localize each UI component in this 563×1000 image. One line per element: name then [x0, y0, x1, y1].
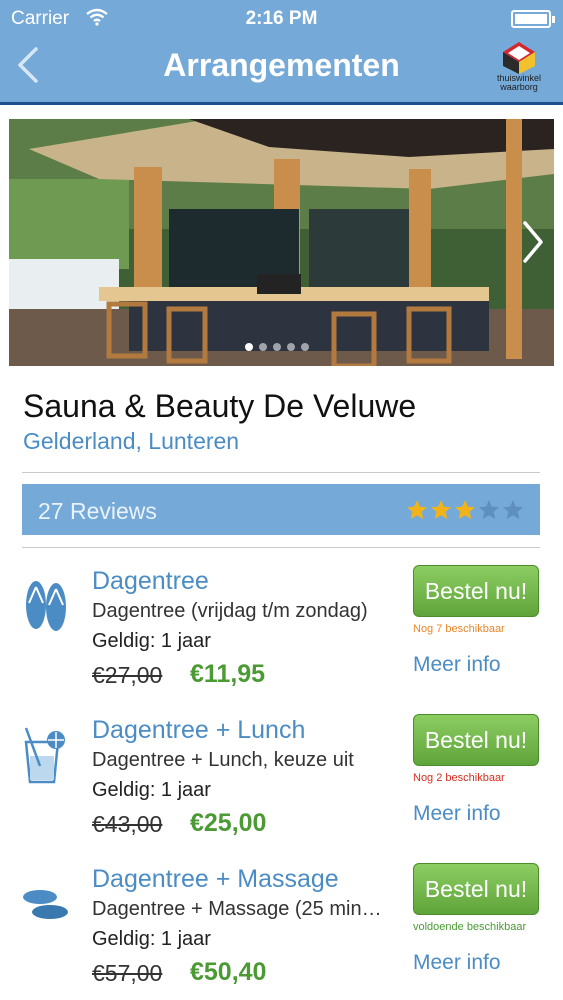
- more-info-link[interactable]: Meer info: [413, 951, 501, 975]
- next-slide-chevron-icon[interactable]: [520, 219, 546, 265]
- flip-flops-icon: [26, 581, 66, 631]
- star-filled-icon: [455, 500, 475, 519]
- divider: [22, 547, 540, 548]
- new-price: €25,00: [190, 809, 267, 837]
- more-info-link[interactable]: Meer info: [413, 653, 501, 677]
- status-bar: Carrier 2:16 PM: [0, 6, 563, 32]
- star-filled-icon: [407, 500, 427, 519]
- new-price: €50,40: [190, 958, 267, 986]
- carousel-dot[interactable]: [273, 343, 281, 351]
- carousel-dot[interactable]: [301, 343, 309, 351]
- offer-validity: Geldig: 1 jaar: [92, 630, 211, 652]
- star-filled-icon: [431, 500, 451, 519]
- offer-title[interactable]: Dagentree: [92, 567, 209, 596]
- offer-item: Dagentree + Massage Dagentree + Massage …: [0, 863, 563, 1000]
- star-empty-icon: [503, 500, 523, 519]
- header-divider: [0, 102, 563, 105]
- availability-label: Nog 7 beschikbaar: [413, 623, 505, 635]
- offer-item: Dagentree + Lunch Dagentree + Lunch, keu…: [0, 714, 563, 861]
- old-price: €27,00: [92, 662, 163, 688]
- battery-icon: [511, 10, 555, 28]
- offer-title[interactable]: Dagentree + Massage: [92, 865, 339, 894]
- carousel-dot[interactable]: [259, 343, 267, 351]
- bar-photo: [9, 119, 554, 366]
- star-empty-icon: [479, 500, 499, 519]
- order-button[interactable]: Bestel nu!: [413, 565, 539, 617]
- carousel-dots: [245, 343, 309, 351]
- reviews-bar[interactable]: 27 Reviews: [22, 484, 540, 535]
- offer-title[interactable]: Dagentree + Lunch: [92, 716, 305, 745]
- massage-stones-icon: [23, 890, 68, 919]
- thuiswinkel-waarborg-logo[interactable]: thuiswinkel waarborg: [489, 40, 549, 98]
- offer-description: Dagentree (vrijdag t/m zondag): [92, 600, 368, 622]
- offer-description: Dagentree + Massage (25 minuten): [92, 898, 387, 920]
- order-button[interactable]: Bestel nu!: [413, 863, 539, 915]
- offer-item: Dagentree Dagentree (vrijdag t/m zondag)…: [0, 565, 563, 712]
- offer-description: Dagentree + Lunch, keuze uit: [92, 749, 354, 771]
- more-info-link[interactable]: Meer info: [413, 802, 501, 826]
- old-price: €43,00: [92, 811, 163, 837]
- page-title: Arrangementen: [163, 47, 400, 83]
- venue-location-link[interactable]: Gelderland, Lunteren: [23, 428, 239, 455]
- availability-label: voldoende beschikbaar: [413, 921, 527, 933]
- hero-photo-carousel[interactable]: [9, 119, 554, 366]
- reviews-count: 27 Reviews: [38, 498, 157, 524]
- navigation-bar: Carrier 2:16 PM Arrangementen thuiswinke…: [0, 0, 563, 104]
- logo-text: thuiswinkel waarborg: [496, 73, 542, 92]
- clock: 2:16 PM: [245, 8, 318, 29]
- drink-icon: [24, 727, 65, 784]
- star-rating: [406, 499, 524, 521]
- house-logo-icon: [503, 42, 535, 74]
- old-price: €57,00: [92, 960, 163, 986]
- carousel-dot[interactable]: [245, 343, 253, 351]
- venue-name: Sauna & Beauty De Veluwe: [23, 388, 417, 424]
- order-button[interactable]: Bestel nu!: [413, 714, 539, 766]
- divider: [22, 472, 540, 473]
- back-chevron-icon[interactable]: [14, 46, 44, 84]
- carousel-dot[interactable]: [287, 343, 295, 351]
- new-price: €11,95: [190, 660, 266, 688]
- offer-validity: Geldig: 1 jaar: [92, 928, 211, 950]
- availability-label: Nog 2 beschikbaar: [413, 772, 505, 784]
- offer-validity: Geldig: 1 jaar: [92, 779, 211, 801]
